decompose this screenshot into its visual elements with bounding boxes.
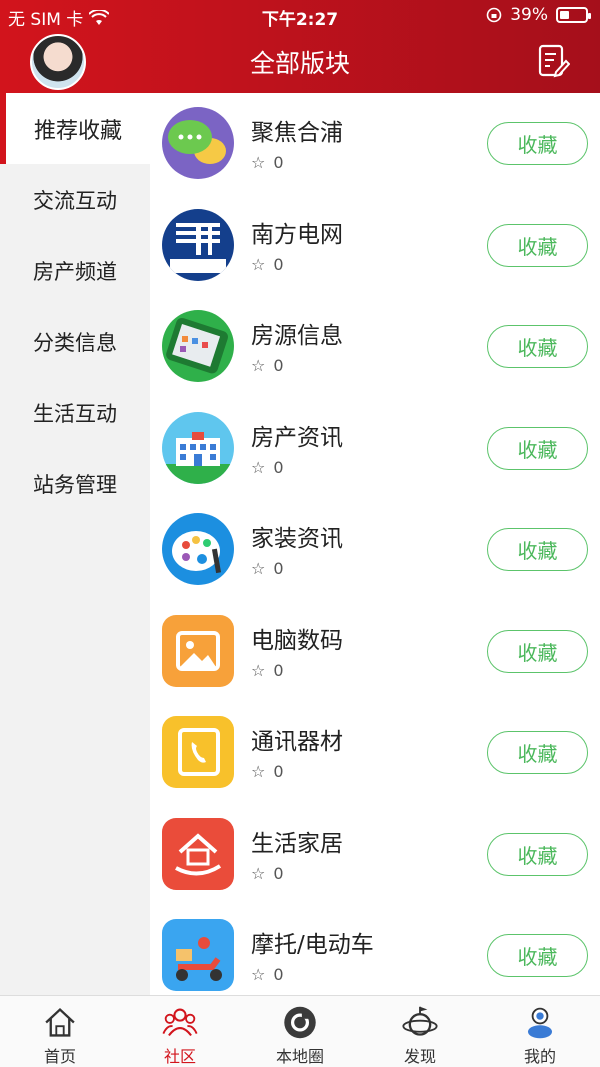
favorite-count: 0 [273, 660, 284, 680]
discover-planet-icon [402, 1006, 438, 1036]
favorite-count: 0 [273, 254, 284, 274]
forum-name: 家装资讯 [251, 526, 343, 552]
forum-name: 聚焦合浦 [251, 120, 343, 146]
battery-icon [556, 7, 591, 23]
tab-label: 我的 [523, 1047, 556, 1066]
palette-icon [162, 513, 234, 585]
favorite-count: 0 [273, 863, 284, 883]
favorite-button[interactable]: 收藏 [487, 934, 588, 977]
profile-icon [527, 1007, 553, 1039]
list-item[interactable]: 家装资讯 ☆ 0 收藏 [150, 499, 600, 601]
tab-label: 本地圈 [275, 1047, 324, 1066]
sidebar-item-classifieds[interactable]: 分类信息 [0, 306, 150, 377]
home-icon [45, 1007, 75, 1037]
forum-name: 南方电网 [251, 221, 343, 248]
community-icon [162, 1008, 198, 1037]
favorite-button[interactable]: 收藏 [487, 426, 588, 470]
star-icon: ☆ [251, 254, 266, 274]
star-icon: ☆ [251, 356, 266, 375]
sidebar-item-life[interactable]: 生活互动 [0, 377, 150, 448]
favorite-count: 0 [273, 356, 284, 375]
sidebar-item-realestate[interactable]: 房产频道 [0, 235, 150, 306]
edit-note-icon[interactable] [536, 44, 570, 78]
star-icon: ☆ [251, 863, 266, 883]
star-icon: ☆ [251, 559, 266, 578]
star-icon: ☆ [251, 965, 266, 984]
page-title: 全部版块 [249, 49, 350, 78]
rotation-lock-icon [486, 7, 502, 23]
favorite-count: 0 [273, 559, 284, 578]
tab-community[interactable]: 社区 [120, 996, 240, 1067]
list-item[interactable]: 生活家居 ☆ 0 收藏 [150, 804, 600, 906]
sidebar-item-admin[interactable]: 站务管理 [0, 448, 150, 519]
list-item[interactable]: 南方电网 ☆ 0 收藏 [150, 195, 600, 297]
favorite-button[interactable]: 收藏 [487, 629, 588, 673]
tab-label: 社区 [163, 1047, 196, 1066]
chat-bubble-icon [162, 107, 234, 179]
favorite-button[interactable]: 收藏 [487, 731, 588, 774]
favorite-button[interactable]: 收藏 [487, 528, 588, 571]
building-icon [162, 411, 234, 484]
forum-name: 房源信息 [251, 323, 343, 349]
app-header: 无 SIM 卡 下午2:27 39% 全部版块 [0, 0, 600, 93]
tab-label: 首页 [43, 1047, 76, 1066]
list-item[interactable]: 摩托/电动车 ☆ 0 收藏 [150, 905, 600, 995]
category-sidebar: 推荐收藏 交流互动 房产频道 分类信息 生活互动 站务管理 [0, 93, 150, 995]
phone-apps-icon [162, 310, 234, 382]
star-icon: ☆ [251, 660, 266, 680]
forum-name: 生活家居 [251, 830, 343, 857]
phone-book-icon [162, 716, 234, 788]
list-item[interactable]: 通讯器材 ☆ 0 收藏 [150, 702, 600, 804]
tab-home[interactable]: 首页 [0, 996, 120, 1067]
forum-name: 电脑数码 [251, 627, 343, 654]
status-bar: 无 SIM 卡 下午2:27 39% [0, 0, 600, 30]
forum-list: 聚焦合浦 ☆ 0 收藏 南方电网 ☆ 0 收藏 房源信息 ☆ 0 收藏 房产资讯… [150, 93, 600, 995]
sidebar-item-recommended[interactable]: 推荐收藏 [0, 93, 150, 164]
tab-local-circle[interactable]: 本地圈 [240, 996, 360, 1067]
favorite-count: 0 [273, 153, 284, 172]
favorite-button[interactable]: 收藏 [487, 325, 588, 368]
forum-name: 房产资讯 [251, 424, 343, 451]
house-hand-icon [162, 817, 234, 890]
list-item[interactable]: 聚焦合浦 ☆ 0 收藏 [150, 93, 600, 195]
battery-percent: 39% [510, 5, 548, 25]
scooter-icon [162, 919, 234, 991]
tab-label: 发现 [403, 1047, 436, 1066]
favorite-button[interactable]: 收藏 [487, 223, 588, 267]
list-item[interactable]: 房源信息 ☆ 0 收藏 [150, 296, 600, 398]
favorite-button[interactable]: 收藏 [487, 122, 588, 165]
favorite-button[interactable]: 收藏 [487, 832, 588, 876]
forum-name: 通讯器材 [251, 729, 343, 755]
star-icon: ☆ [251, 457, 266, 477]
tab-mine[interactable]: 我的 [480, 996, 600, 1067]
list-item[interactable]: 房产资讯 ☆ 0 收藏 [150, 398, 600, 500]
favorite-count: 0 [273, 762, 284, 781]
star-icon: ☆ [251, 762, 266, 781]
sidebar-item-interaction[interactable]: 交流互动 [0, 164, 150, 235]
power-grid-logo-icon [162, 208, 234, 281]
favorite-count: 0 [273, 457, 284, 477]
local-circle-icon [284, 1006, 316, 1039]
tab-discover[interactable]: 发现 [360, 996, 480, 1067]
forum-name: 摩托/电动车 [251, 932, 374, 958]
picture-icon [162, 614, 234, 687]
list-item[interactable]: 电脑数码 ☆ 0 收藏 [150, 601, 600, 703]
favorite-count: 0 [273, 965, 284, 984]
star-icon: ☆ [251, 153, 266, 172]
bottom-tab-bar: 首页 社区 本地圈 发现 我的 [0, 995, 600, 1067]
